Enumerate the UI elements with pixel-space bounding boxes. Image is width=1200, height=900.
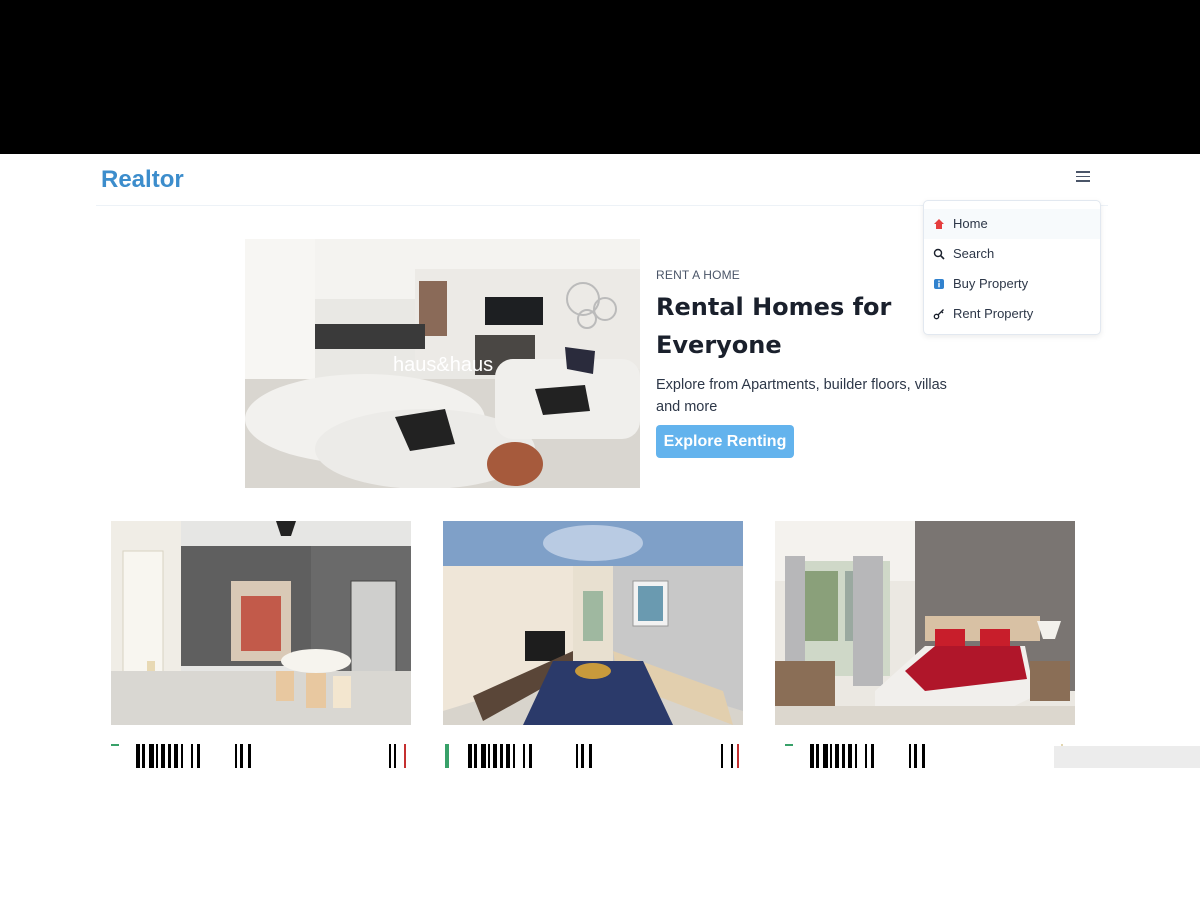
menu-item-home[interactable]: Home [924, 209, 1100, 239]
hero-description: Explore from Apartments, builder floors,… [656, 374, 956, 418]
hero-desc-line1: Explore from Apartments, builder floors,… [656, 377, 947, 393]
glitch-artifact [445, 744, 739, 768]
menu-item-label: Search [953, 246, 995, 261]
glitch-artifact [111, 744, 406, 768]
hero-eyebrow: RENT A HOME [656, 268, 740, 282]
menu-item-label: Rent Property [953, 306, 1034, 321]
navbar: Realtor [96, 154, 1108, 206]
hamburger-menu-icon[interactable] [1076, 168, 1090, 184]
search-icon [933, 248, 945, 260]
top-black-band [0, 0, 1200, 154]
menu-item-label: Buy Property [953, 276, 1029, 291]
image-watermark: haus&haus [393, 354, 493, 376]
menu-item-search[interactable]: Search [924, 239, 1100, 269]
menu-item-label: Home [953, 216, 988, 231]
logo[interactable]: Realtor [101, 166, 184, 194]
property-card-image[interactable] [111, 521, 411, 725]
hero-text-block: RENT A HOME Rental Homes for Everyone Ex… [656, 268, 956, 418]
gray-overlay-box [1054, 746, 1200, 768]
hero-living-room-image: haus&haus [245, 239, 640, 488]
property-card-image[interactable] [443, 521, 743, 725]
property-card-image[interactable] [775, 521, 1075, 725]
explore-renting-button[interactable]: Explore Renting [656, 425, 794, 458]
glitch-artifact [785, 744, 1063, 768]
home-icon [934, 219, 944, 229]
hero-title-line1: Rental Homes for [656, 293, 892, 321]
hero-title: Rental Homes for Everyone [656, 288, 956, 364]
hero-desc-line2: and more [656, 399, 718, 415]
hero-title-line2: Everyone [656, 331, 782, 359]
